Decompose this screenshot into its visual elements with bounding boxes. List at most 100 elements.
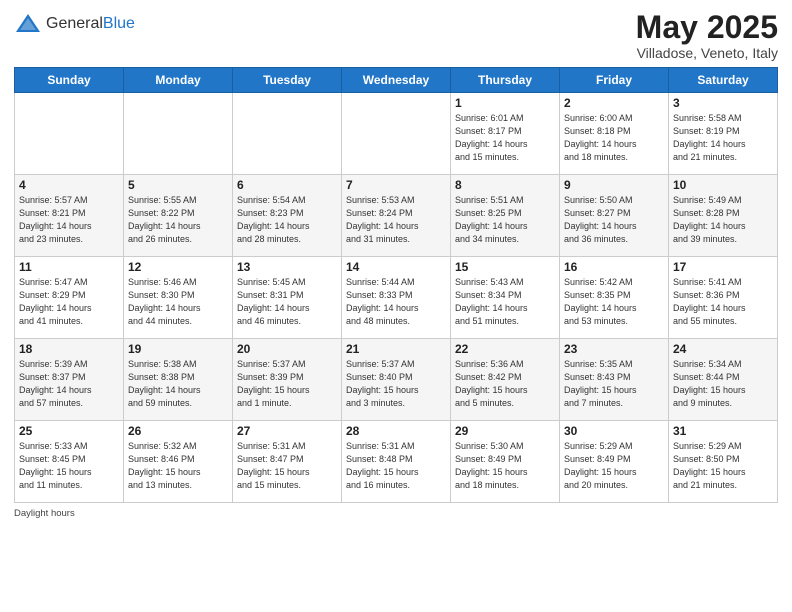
calendar-table: SundayMondayTuesdayWednesdayThursdayFrid… — [14, 67, 778, 503]
day-info: Sunrise: 5:45 AMSunset: 8:31 PMDaylight:… — [237, 276, 337, 328]
day-number: 2 — [564, 96, 664, 110]
calendar-cell: 7Sunrise: 5:53 AMSunset: 8:24 PMDaylight… — [342, 175, 451, 257]
calendar-cell: 26 Sunrise: 5:32 AMSunset: 8:46 PMDayligh… — [124, 421, 233, 503]
day-info: Sunrise: 5:37 AMSunset: 8:39 PMDaylight:… — [237, 358, 337, 410]
day-header-saturday: Saturday — [669, 68, 778, 93]
day-info: Sunrise: 5:49 AMSunset: 8:28 PMDaylight:… — [673, 194, 773, 246]
day-info: Sunrise: 5:38 AMSunset: 8:38 PMDaylight:… — [128, 358, 228, 410]
daylight-label: Daylight hours — [14, 508, 75, 519]
day-info: Sunrise: 5:37 AMSunset: 8:40 PMDaylight:… — [346, 358, 446, 410]
day-number: 3 — [673, 96, 773, 110]
day-number: 6 — [237, 178, 337, 192]
day-number: 20 — [237, 342, 337, 356]
calendar-location: Villadose, Veneto, Italy — [636, 45, 778, 61]
day-info: Sunrise: 5:54 AMSunset: 8:23 PMDaylight:… — [237, 194, 337, 246]
calendar-cell: 6 Sunrise: 5:54 AMSunset: 8:23 PMDaylight… — [233, 175, 342, 257]
calendar-cell: 10 Sunrise: 5:49 AMSunset: 8:28 PMDayligh… — [669, 175, 778, 257]
day-info: Sunrise: 5:46 AMSunset: 8:30 PMDaylight:… — [128, 276, 228, 328]
day-number: 25 — [19, 424, 119, 438]
calendar-cell: 23 Sunrise: 5:35 AMSunset: 8:43 PMDayligh… — [560, 339, 669, 421]
day-number: 12 — [128, 260, 228, 274]
calendar-cell: 2 Sunrise: 6:00 AMSunset: 8:18 PMDaylight… — [560, 93, 669, 175]
calendar-title: May 2025 — [636, 10, 778, 45]
day-number: 28 — [346, 424, 446, 438]
day-number: 21 — [346, 342, 446, 356]
day-info: Sunrise: 5:41 AMSunset: 8:36 PMDaylight:… — [673, 276, 773, 328]
day-number: 19 — [128, 342, 228, 356]
calendar-week-5: 25 Sunrise: 5:33 AMSunset: 8:45 PMDayligh… — [15, 421, 778, 503]
day-header-wednesday: Wednesday — [342, 68, 451, 93]
day-info: Sunrise: 5:34 AMSunset: 8:44 PMDaylight:… — [673, 358, 773, 410]
logo-blue-text: Blue — [103, 15, 135, 32]
day-info: Sunrise: 5:36 AMSunset: 8:42 PMDaylight:… — [455, 358, 555, 410]
calendar-week-4: 18 Sunrise: 5:39 AMSunset: 8:37 PMDayligh… — [15, 339, 778, 421]
day-info: Sunrise: 5:29 AMSunset: 8:50 PMDaylight:… — [673, 440, 773, 492]
header: GeneralBlue May 2025 Villadose, Veneto, … — [14, 10, 778, 61]
calendar-cell: 28Sunrise: 5:31 AMSunset: 8:48 PMDayligh… — [342, 421, 451, 503]
calendar-cell: 9 Sunrise: 5:50 AMSunset: 8:27 PMDaylight… — [560, 175, 669, 257]
calendar-cell: 19 Sunrise: 5:38 AMSunset: 8:38 PMDayligh… — [124, 339, 233, 421]
day-number: 30 — [564, 424, 664, 438]
page: GeneralBlue May 2025 Villadose, Veneto, … — [0, 0, 792, 612]
calendar-cell: 18 Sunrise: 5:39 AMSunset: 8:37 PMDayligh… — [15, 339, 124, 421]
day-info: Sunrise: 5:35 AMSunset: 8:43 PMDaylight:… — [564, 358, 664, 410]
day-header-sunday: Sunday — [15, 68, 124, 93]
day-info: Sunrise: 5:33 AMSunset: 8:45 PMDaylight:… — [19, 440, 119, 492]
day-info: Sunrise: 5:51 AMSunset: 8:25 PMDaylight:… — [455, 194, 555, 246]
day-number: 8 — [455, 178, 555, 192]
calendar-cell — [15, 93, 124, 175]
calendar-cell: 13Sunrise: 5:45 AMSunset: 8:31 PMDayligh… — [233, 257, 342, 339]
calendar-week-2: 4 Sunrise: 5:57 AMSunset: 8:21 PMDaylight… — [15, 175, 778, 257]
day-number: 16 — [564, 260, 664, 274]
day-number: 26 — [128, 424, 228, 438]
day-info: Sunrise: 5:39 AMSunset: 8:37 PMDaylight:… — [19, 358, 119, 410]
footer-daylight: Daylight hours — [14, 508, 75, 519]
calendar-cell: 29Sunrise: 5:30 AMSunset: 8:49 PMDayligh… — [451, 421, 560, 503]
calendar-cell: 22 Sunrise: 5:36 AMSunset: 8:42 PMDayligh… — [451, 339, 560, 421]
calendar-week-1: 1Sunrise: 6:01 AMSunset: 8:17 PMDaylight… — [15, 93, 778, 175]
day-header-thursday: Thursday — [451, 68, 560, 93]
calendar-cell: 1Sunrise: 6:01 AMSunset: 8:17 PMDaylight… — [451, 93, 560, 175]
day-info: Sunrise: 5:44 AMSunset: 8:33 PMDaylight:… — [346, 276, 446, 328]
day-info: Sunrise: 5:50 AMSunset: 8:27 PMDaylight:… — [564, 194, 664, 246]
day-info: Sunrise: 5:53 AMSunset: 8:24 PMDaylight:… — [346, 194, 446, 246]
day-number: 9 — [564, 178, 664, 192]
day-header-monday: Monday — [124, 68, 233, 93]
day-info: Sunrise: 5:42 AMSunset: 8:35 PMDaylight:… — [564, 276, 664, 328]
day-info: Sunrise: 5:57 AMSunset: 8:21 PMDaylight:… — [19, 194, 119, 246]
day-number: 18 — [19, 342, 119, 356]
day-number: 10 — [673, 178, 773, 192]
day-number: 27 — [237, 424, 337, 438]
calendar-cell: 12 Sunrise: 5:46 AMSunset: 8:30 PMDayligh… — [124, 257, 233, 339]
calendar-week-3: 11 Sunrise: 5:47 AMSunset: 8:29 PMDayligh… — [15, 257, 778, 339]
day-number: 5 — [128, 178, 228, 192]
day-info: Sunrise: 5:47 AMSunset: 8:29 PMDaylight:… — [19, 276, 119, 328]
calendar-cell: 21 Sunrise: 5:37 AMSunset: 8:40 PMDayligh… — [342, 339, 451, 421]
calendar-cell: 15Sunrise: 5:43 AMSunset: 8:34 PMDayligh… — [451, 257, 560, 339]
calendar-cell: 31Sunrise: 5:29 AMSunset: 8:50 PMDayligh… — [669, 421, 778, 503]
calendar-footer: Daylight hours — [14, 508, 778, 519]
title-block: May 2025 Villadose, Veneto, Italy — [636, 10, 778, 61]
day-info: Sunrise: 6:00 AMSunset: 8:18 PMDaylight:… — [564, 112, 664, 164]
logo-icon — [14, 10, 42, 38]
day-info: Sunrise: 5:32 AMSunset: 8:46 PMDaylight:… — [128, 440, 228, 492]
day-header-friday: Friday — [560, 68, 669, 93]
calendar-cell: 4 Sunrise: 5:57 AMSunset: 8:21 PMDaylight… — [15, 175, 124, 257]
day-info: Sunrise: 5:55 AMSunset: 8:22 PMDaylight:… — [128, 194, 228, 246]
day-number: 4 — [19, 178, 119, 192]
day-number: 22 — [455, 342, 555, 356]
calendar-cell: 30Sunrise: 5:29 AMSunset: 8:49 PMDayligh… — [560, 421, 669, 503]
day-number: 11 — [19, 260, 119, 274]
logo-general-text: General — [46, 15, 103, 32]
day-number: 29 — [455, 424, 555, 438]
day-number: 1 — [455, 96, 555, 110]
calendar-cell: 16 Sunrise: 5:42 AMSunset: 8:35 PMDayligh… — [560, 257, 669, 339]
calendar-cell — [124, 93, 233, 175]
day-number: 23 — [564, 342, 664, 356]
calendar-cell: 27Sunrise: 5:31 AMSunset: 8:47 PMDayligh… — [233, 421, 342, 503]
day-number: 14 — [346, 260, 446, 274]
calendar-cell: 20 Sunrise: 5:37 AMSunset: 8:39 PMDayligh… — [233, 339, 342, 421]
calendar-cell: 14 Sunrise: 5:44 AMSunset: 8:33 PMDayligh… — [342, 257, 451, 339]
calendar-cell: 17Sunrise: 5:41 AMSunset: 8:36 PMDayligh… — [669, 257, 778, 339]
calendar-cell: 5 Sunrise: 5:55 AMSunset: 8:22 PMDaylight… — [124, 175, 233, 257]
